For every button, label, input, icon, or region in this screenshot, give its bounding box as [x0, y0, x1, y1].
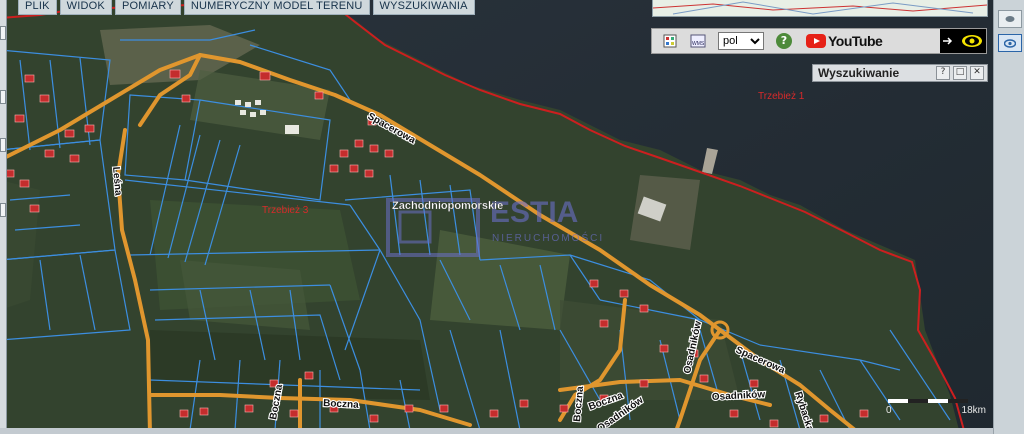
- right-tool-button[interactable]: [997, 10, 1022, 28]
- watermark-sub: NIERUCHOMOŚCI: [492, 231, 604, 244]
- legend-button[interactable]: [660, 31, 680, 51]
- svg-text:WMS: WMS: [692, 41, 705, 47]
- panel-close-button[interactable]: ✕: [970, 66, 984, 80]
- panel-maximize-button[interactable]: □: [953, 66, 967, 80]
- scale-labels: 0 18km: [886, 405, 986, 416]
- bottom-status-bar: [0, 428, 993, 434]
- menu-wyszukiwania[interactable]: WYSZUKIWANIA: [372, 0, 475, 15]
- map-toolbar: WMS pol ? YouTube: [651, 28, 987, 54]
- menu-numeryczny-model-terenu[interactable]: NUMERYCZNY MODEL TERENU: [183, 0, 370, 15]
- scale-label-end: 18km: [961, 405, 986, 416]
- area-label-trzebiez-3: Trzebież 3: [262, 205, 309, 216]
- language-select[interactable]: pol: [718, 32, 764, 50]
- scale-label-start: 0: [886, 405, 892, 416]
- search-panel: Wyszukiwanie ? □ ✕: [812, 64, 988, 82]
- scale-bar: [888, 399, 968, 403]
- menu-widok[interactable]: WIDOK: [59, 0, 112, 15]
- street-label-boczna-2: Boczna: [323, 398, 360, 411]
- left-tool-button[interactable]: [0, 203, 6, 217]
- left-tool-button[interactable]: [0, 26, 6, 40]
- youtube-link[interactable]: YouTube: [806, 33, 883, 49]
- wms-icon: WMS: [690, 34, 706, 48]
- arrow-right-icon: [943, 37, 953, 45]
- area-label-trzebiez-1: Trzebież 1: [758, 91, 805, 102]
- panel-help-button[interactable]: ?: [936, 66, 950, 80]
- menu-plik[interactable]: PLIK: [18, 0, 57, 15]
- left-tool-button[interactable]: [0, 138, 6, 152]
- right-control-strip: [993, 0, 1024, 434]
- eye-icon: [962, 35, 982, 47]
- menu-pomiary[interactable]: POMIARY: [114, 0, 181, 15]
- youtube-play-icon: [806, 34, 826, 48]
- menu-bar: PLIK WIDOK POMIARY NUMERYCZNY MODEL TERE…: [0, 0, 475, 15]
- help-icon[interactable]: ?: [776, 33, 792, 49]
- search-panel-title: Wyszukiwanie: [818, 66, 900, 80]
- legend-icon: [663, 34, 677, 48]
- wms-button[interactable]: WMS: [688, 31, 708, 51]
- view-mode-button[interactable]: [940, 29, 986, 53]
- youtube-label: YouTube: [828, 33, 883, 49]
- region-label: Zachodniopomorskie: [392, 200, 503, 212]
- overview-minimap[interactable]: [652, 0, 988, 17]
- eye-small-icon: [1005, 16, 1014, 22]
- left-tool-button[interactable]: [0, 90, 6, 104]
- left-control-strip: [0, 0, 7, 434]
- minimap-graphic: [653, 1, 987, 15]
- eye-icon: [1003, 38, 1016, 48]
- visibility-toggle-button[interactable]: [997, 34, 1022, 52]
- watermark-main: ESTIA: [490, 196, 578, 229]
